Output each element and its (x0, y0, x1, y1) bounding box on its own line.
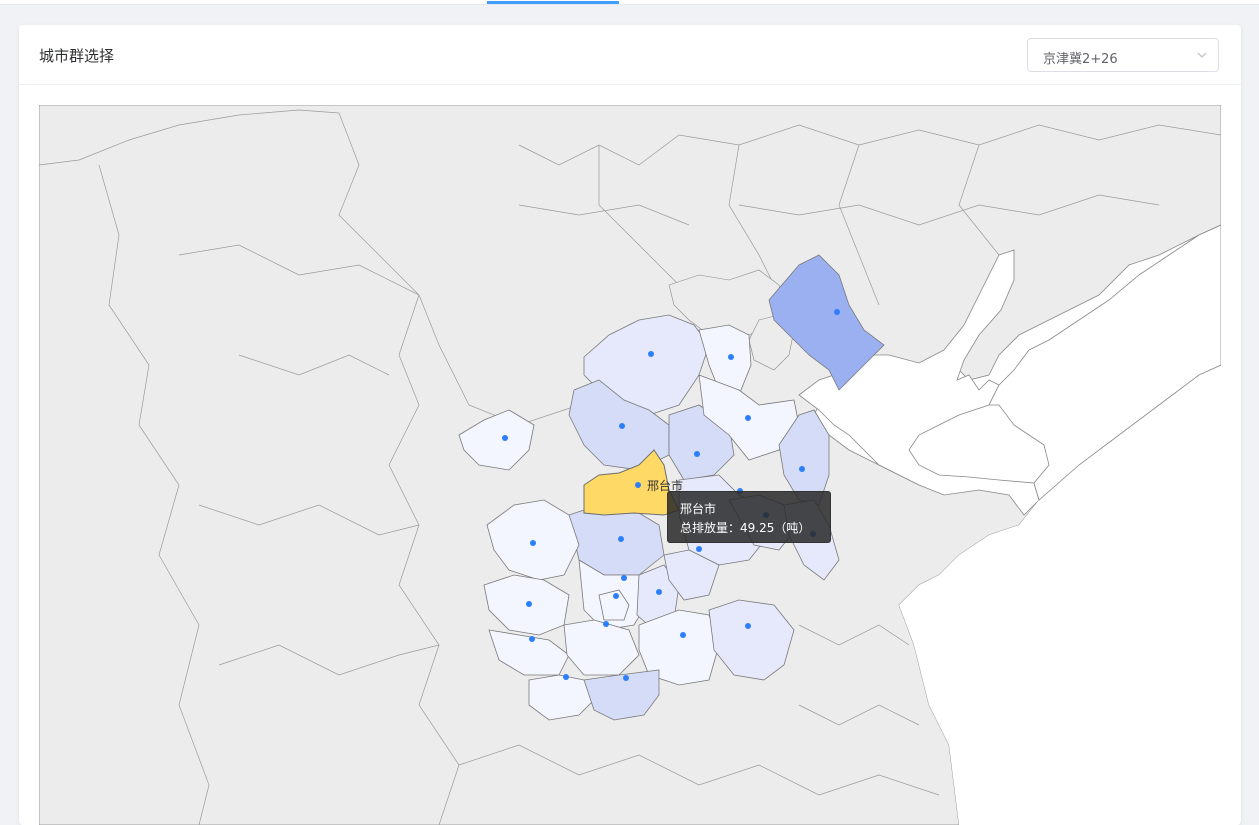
city-dot (563, 674, 569, 680)
city-cluster-card: 城市群选择 京津冀2+26 邢台市 邢台市 总排放量：49.25（吨） (19, 25, 1241, 825)
city-dot (530, 540, 536, 546)
city-dot (613, 593, 619, 599)
tooltip-emission: 总排放量：49.25（吨） (680, 521, 811, 535)
chevron-down-icon (1197, 52, 1207, 58)
city-dot (745, 415, 751, 421)
city-dot (618, 536, 624, 542)
city-dot (834, 309, 840, 315)
city-dot (603, 621, 609, 627)
city-dot (696, 546, 702, 552)
city-dot (621, 575, 627, 581)
city-dot (728, 354, 734, 360)
card-title: 城市群选择 (39, 47, 115, 65)
city-cluster-select[interactable]: 京津冀2+26 (1027, 38, 1219, 72)
active-tab-indicator[interactable] (487, 1, 619, 4)
city-dot (745, 623, 751, 629)
city-dot (656, 589, 662, 595)
city-dot (623, 675, 629, 681)
city-dot (635, 482, 641, 488)
city-dot (529, 636, 535, 642)
emission-map[interactable]: 邢台市 邢台市 总排放量：49.25（吨） (39, 105, 1221, 825)
city-dot (680, 632, 686, 638)
city-dot (526, 601, 532, 607)
city-dot (619, 423, 625, 429)
map-tooltip: 邢台市 总排放量：49.25（吨） (667, 491, 831, 543)
top-tab-strip (0, 0, 1259, 5)
city-dot (694, 451, 700, 457)
tooltip-city: 邢台市 (680, 502, 717, 516)
map-svg[interactable]: 邢台市 (39, 105, 1221, 825)
city-dot (799, 466, 805, 472)
card-header: 城市群选择 京津冀2+26 (19, 25, 1241, 85)
city-dot (502, 435, 508, 441)
select-value: 京津冀2+26 (1043, 52, 1118, 67)
city-dot (648, 351, 654, 357)
